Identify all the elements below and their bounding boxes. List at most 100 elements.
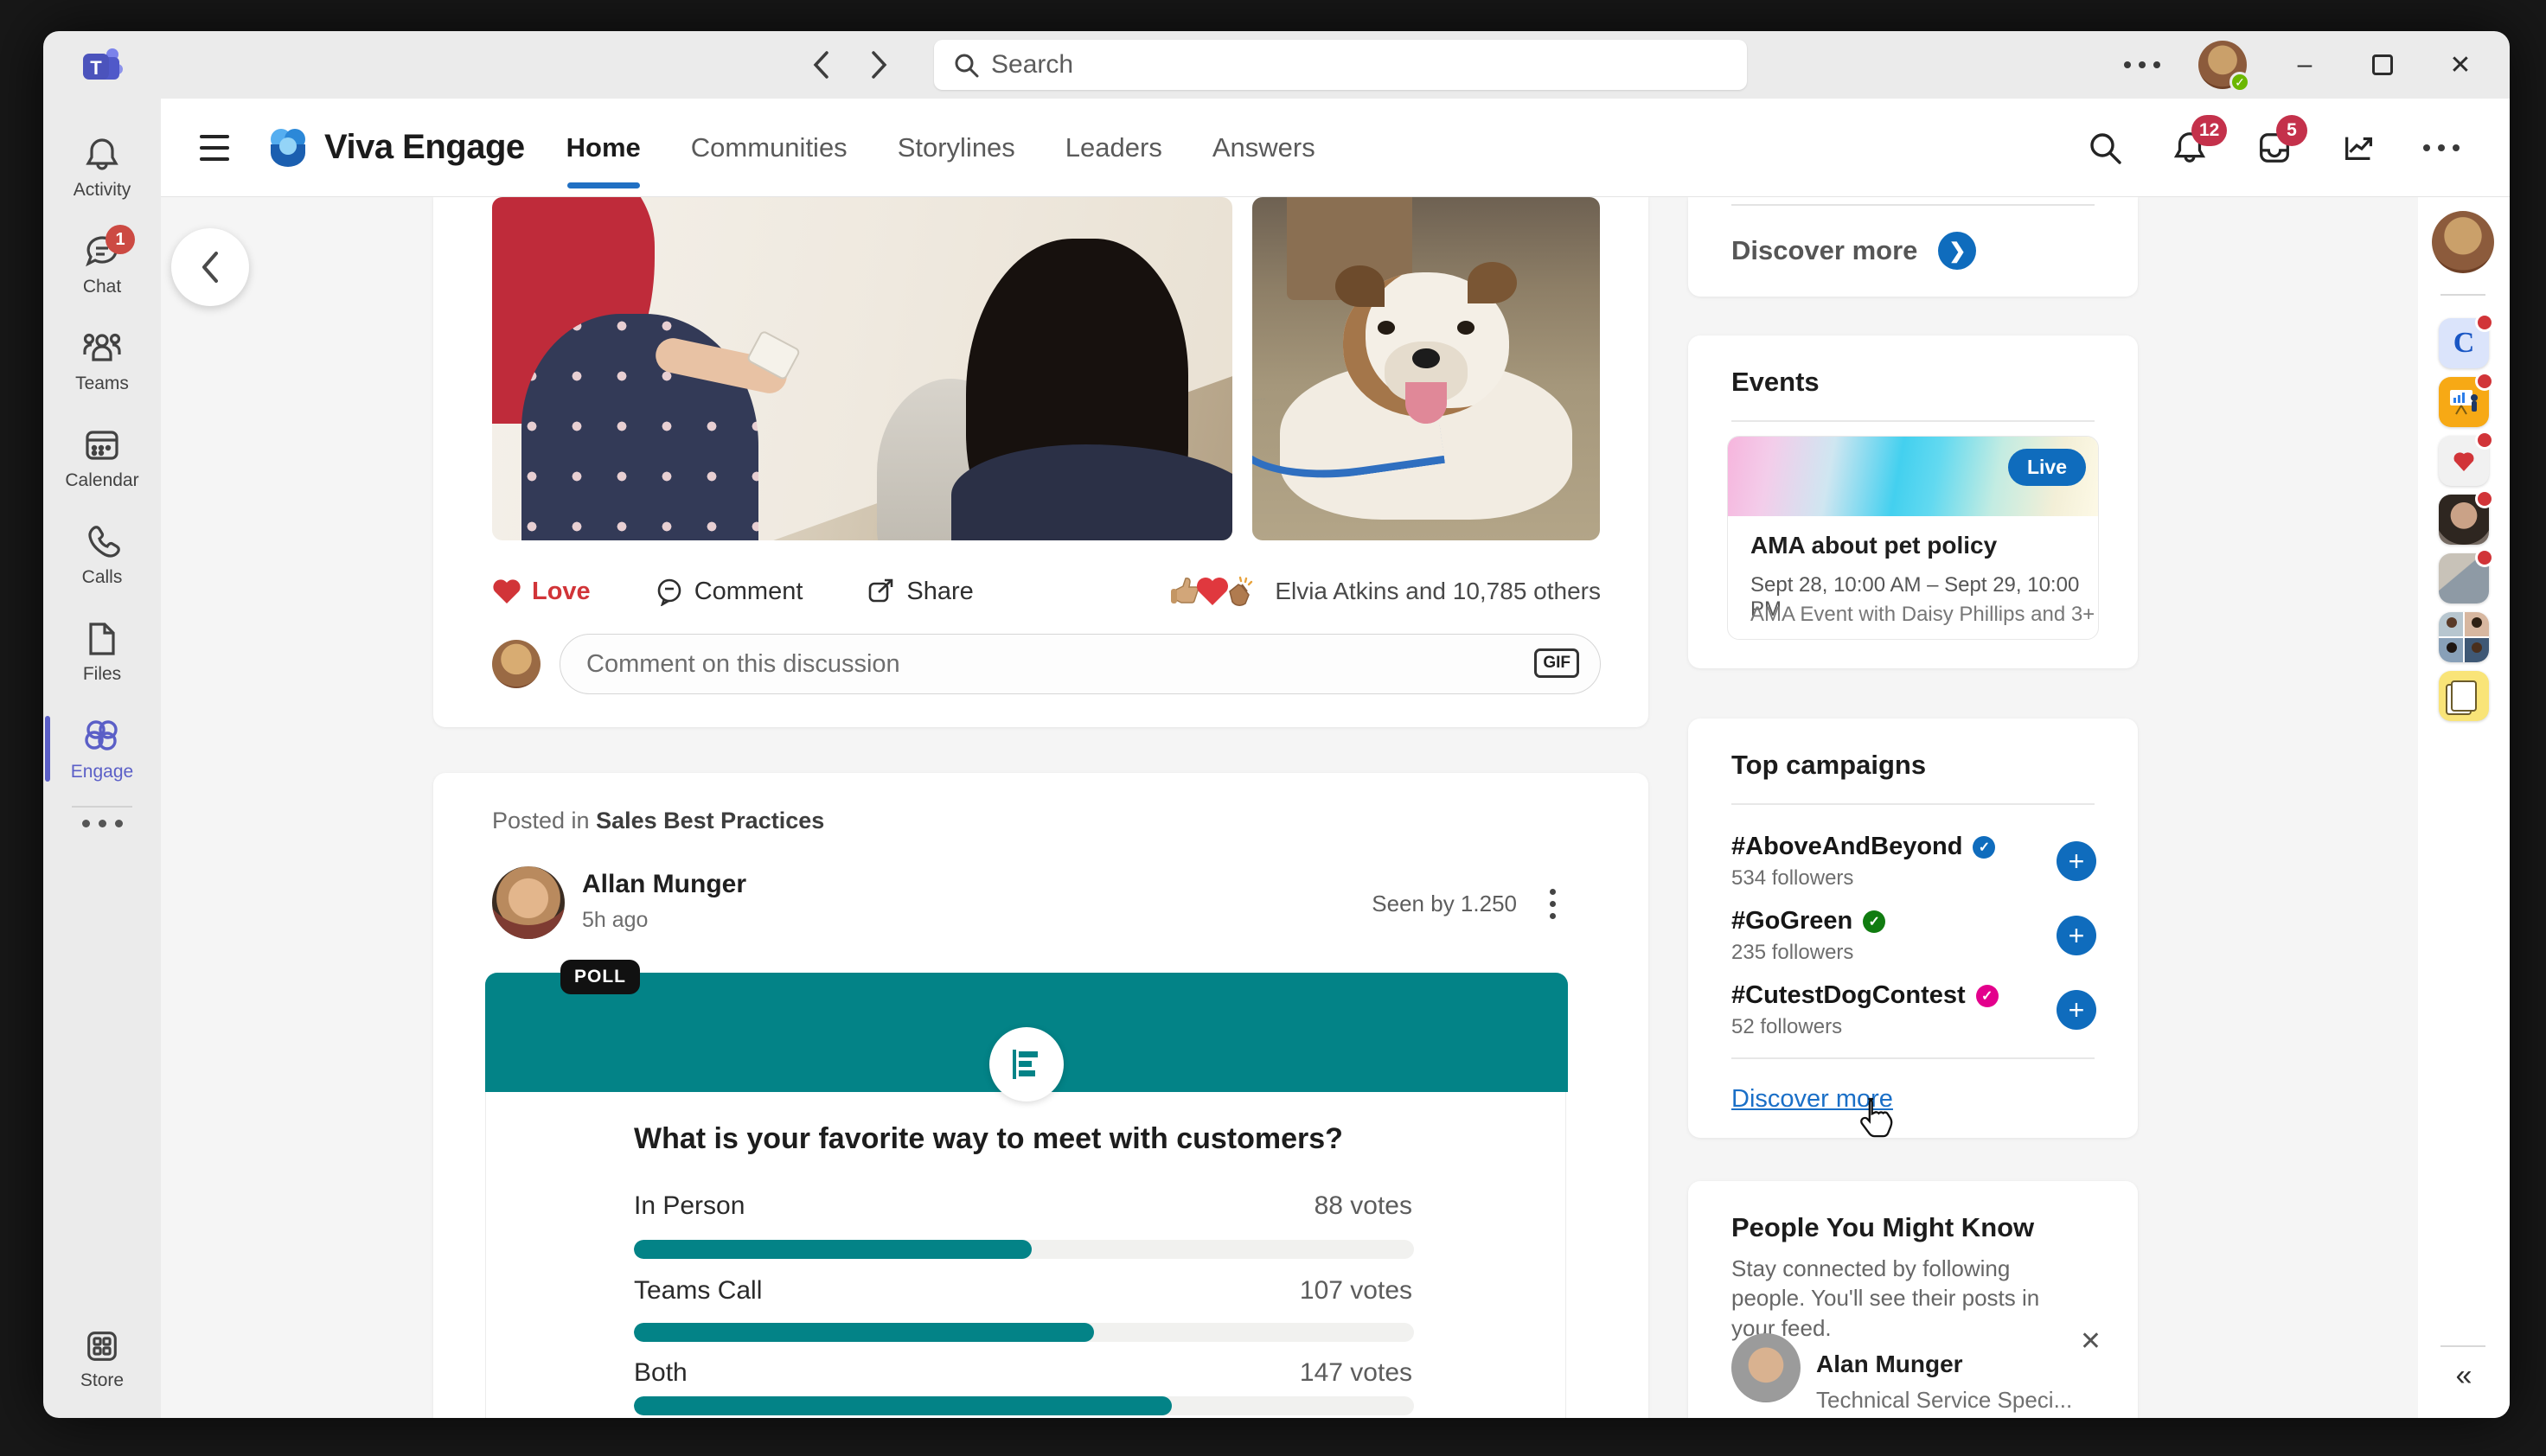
search-bar[interactable]	[934, 40, 1747, 90]
poll-option-label: Teams Call	[634, 1276, 763, 1305]
people-you-might-know-card: People You Might Know Stay connected by …	[1688, 1181, 2138, 1418]
event-tile[interactable]: Live AMA about pet policy Sept 28, 10:00…	[1727, 436, 2099, 640]
follow-campaign-button[interactable]: +	[2057, 841, 2096, 881]
viva-engage-logo	[271, 128, 305, 167]
sidebar-more-icon[interactable]	[81, 820, 123, 827]
sidebar-divider	[72, 806, 132, 808]
follow-campaign-button[interactable]: +	[2057, 916, 2096, 955]
dismiss-suggestion-icon[interactable]: ✕	[2080, 1326, 2101, 1357]
teams-logo-icon[interactable]: T	[80, 43, 125, 88]
sidebar-item-label: Calls	[81, 567, 123, 587]
hamburger-menu-icon[interactable]	[200, 129, 238, 167]
rail-profile-avatar[interactable]	[2432, 211, 2494, 273]
inbox-icon[interactable]: 5	[2254, 114, 2307, 169]
sidebar-item-chat[interactable]: 1 Chat	[43, 216, 161, 313]
title-bar: T ✓ – ✕	[43, 31, 2510, 99]
sidebar-item-calendar[interactable]: Calendar	[43, 410, 161, 507]
poll-chart-icon	[989, 1027, 1064, 1102]
suggested-person-name[interactable]: Alan Munger	[1816, 1351, 1963, 1378]
verified-badge-green-icon: ✓	[1863, 910, 1886, 933]
inbox-badge: 5	[2276, 114, 2307, 146]
post-photo-meeting[interactable]	[492, 197, 1232, 540]
events-card-title: Events	[1731, 367, 1820, 397]
author-name[interactable]: Allan Munger	[582, 870, 746, 899]
tab-home[interactable]: Home	[566, 99, 641, 197]
campaign-followers: 534 followers	[1731, 866, 1854, 890]
gif-button[interactable]: GIF	[1534, 648, 1579, 678]
analytics-icon[interactable]	[2338, 127, 2380, 169]
campaign-row[interactable]: #AboveAndBeyond ✓ 534 followers	[1731, 833, 2095, 891]
collapse-rail-icon[interactable]: «	[2418, 1359, 2510, 1393]
posted-in-label: Posted in Sales Best Practices	[492, 808, 825, 833]
seen-by-label: Seen by 1.250	[1372, 891, 1517, 916]
poll-option-bar[interactable]	[634, 1323, 1414, 1342]
newsletter-app[interactable]	[2439, 671, 2489, 721]
teams-window: T ✓ – ✕	[43, 31, 2510, 1418]
campaign-name: #GoGreen	[1731, 907, 1853, 935]
follow-campaign-button[interactable]: +	[2057, 990, 2096, 1030]
love-button[interactable]: Love	[492, 578, 591, 606]
search-input[interactable]	[991, 50, 1728, 80]
campaign-followers: 52 followers	[1731, 1015, 1843, 1038]
sidebar-item-teams[interactable]: Teams	[43, 313, 161, 410]
video-grid-app[interactable]	[2439, 612, 2489, 662]
collapse-feed-button[interactable]	[171, 228, 249, 306]
titlebar-more-icon[interactable]	[2124, 61, 2160, 68]
status-available-icon: ✓	[2229, 72, 2250, 93]
sidebar-item-label: Chat	[82, 277, 122, 297]
reactions-summary[interactable]: Elvia Atkins and 10,785 others	[1171, 574, 1601, 609]
suggested-person-avatar[interactable]	[1731, 1333, 1801, 1402]
minimize-button[interactable]: –	[2285, 45, 2325, 85]
post-photo-bulldog[interactable]	[1252, 197, 1600, 540]
sidebar-item-calls[interactable]: Calls	[43, 507, 161, 603]
nav-forward-icon[interactable]	[861, 48, 896, 82]
notification-dot	[2475, 372, 2494, 391]
comment-button[interactable]: Comment	[655, 577, 803, 606]
poll-option-bar[interactable]	[634, 1240, 1414, 1259]
notifications-bell-icon[interactable]: 12	[2169, 114, 2228, 169]
mouse-cursor-pointer	[1860, 1097, 1893, 1138]
post-menu-icon[interactable]	[1546, 885, 1559, 923]
share-button[interactable]: Share	[867, 577, 974, 606]
header-more-icon[interactable]	[2423, 144, 2460, 151]
campaign-row[interactable]: #GoGreen ✓ 235 followers	[1731, 907, 2095, 965]
community-link[interactable]: Sales Best Practices	[596, 808, 824, 833]
feed-content-area: Love Comment Share Elvia Atkins and 10,7…	[161, 197, 2418, 1418]
phone-icon	[88, 526, 120, 558]
pymk-description: Stay connected by following people. You'…	[1731, 1255, 2040, 1341]
header-search-icon[interactable]	[2084, 127, 2126, 169]
poll-option-label: In Person	[634, 1191, 745, 1220]
reaction-count-label: Elvia Atkins and 10,785 others	[1275, 578, 1601, 604]
campaign-name: #CutestDogContest	[1731, 981, 1966, 1009]
poll-option-bar[interactable]	[634, 1396, 1414, 1415]
maximize-button[interactable]	[2363, 45, 2402, 85]
event-description: AMA Event with Daisy Phillips and 3+	[1750, 603, 2095, 626]
tab-answers[interactable]: Answers	[1212, 99, 1315, 197]
campaign-row[interactable]: #CutestDogContest ✓ 52 followers	[1731, 981, 2095, 1039]
tab-storylines[interactable]: Storylines	[898, 99, 1015, 197]
search-icon	[955, 54, 979, 78]
discover-more-button[interactable]: Discover more ❯	[1731, 232, 1977, 270]
sidebar-item-store[interactable]: Store	[43, 1316, 161, 1402]
poll-option-votes: 107 votes	[1299, 1276, 1412, 1305]
notifications-badge: 12	[2191, 114, 2228, 146]
suggestions-card: Discover more ❯	[1688, 197, 2138, 297]
app-title: Viva Engage	[324, 128, 525, 166]
sidebar-item-engage[interactable]: Engage	[43, 700, 161, 797]
sidebar-item-files[interactable]: Files	[43, 603, 161, 700]
sidebar-item-label: Engage	[70, 762, 134, 782]
live-badge: Live	[2007, 449, 2086, 486]
tab-communities[interactable]: Communities	[691, 99, 848, 197]
close-button[interactable]: ✕	[2440, 45, 2480, 85]
author-avatar[interactable]	[492, 866, 565, 939]
sidebar-item-activity[interactable]: Activity	[43, 119, 161, 216]
comment-input-box[interactable]: GIF	[560, 634, 1601, 694]
activity-rail: C «	[2418, 197, 2510, 1418]
nav-back-icon[interactable]	[804, 48, 839, 82]
chevron-right-icon: ❯	[1938, 232, 1977, 270]
campaigns-card-title: Top campaigns	[1731, 750, 1927, 780]
profile-avatar[interactable]: ✓	[2198, 41, 2250, 93]
notification-dot	[2475, 313, 2494, 332]
tab-leaders[interactable]: Leaders	[1065, 99, 1162, 197]
comment-input[interactable]	[586, 649, 1513, 679]
